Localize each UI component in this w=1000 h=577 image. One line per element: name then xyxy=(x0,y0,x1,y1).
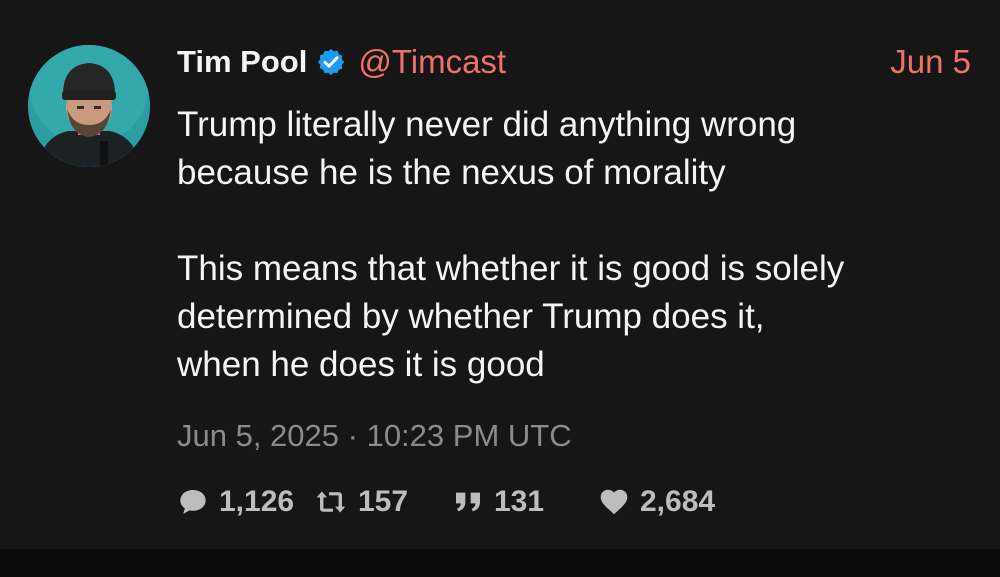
repost-count: 157 xyxy=(358,485,409,518)
repost-button[interactable]: 157 xyxy=(314,485,434,519)
paragraph-line: determined by whether Trump does it, xyxy=(177,297,765,336)
avatar-image xyxy=(28,45,150,167)
action-bar: 1,126 157 131 2,684 xyxy=(177,481,715,523)
reply-button[interactable]: 1,126 xyxy=(177,485,317,519)
tweet-card: Tim Pool @Timcast Jun 5 Trump literally … xyxy=(0,0,1000,549)
paragraph-line: This means that whether it is good is so… xyxy=(177,249,845,288)
retweet-icon xyxy=(316,491,346,513)
heart-icon xyxy=(600,489,628,515)
like-button[interactable]: 2,684 xyxy=(598,485,715,519)
paragraph-line: when he does it is good xyxy=(177,345,545,384)
paragraph-line: because he is the nexus of morality xyxy=(177,153,726,192)
like-count: 2,684 xyxy=(640,485,716,518)
paragraph-line: Trump literally never did anything wrong xyxy=(177,105,797,144)
quote-button[interactable]: 131 xyxy=(452,485,586,519)
tweet-text: Trump literally never did anything wrong… xyxy=(177,101,977,389)
quote-icon xyxy=(456,492,480,512)
speech-bubble-icon xyxy=(180,490,206,514)
user-handle[interactable]: @Timcast xyxy=(358,43,506,81)
verified-badge-icon xyxy=(318,48,345,76)
quote-count: 131 xyxy=(494,485,545,518)
timestamp[interactable]: Jun 5, 2025 · 10:23 PM UTC xyxy=(177,418,572,454)
bottom-border xyxy=(0,549,1000,577)
display-name[interactable]: Tim Pool xyxy=(177,44,307,80)
tweet-date-link[interactable]: Jun 5 xyxy=(890,40,971,84)
reply-count: 1,126 xyxy=(219,485,295,518)
avatar[interactable] xyxy=(28,45,150,167)
tweet-header: Tim Pool @Timcast xyxy=(177,40,506,84)
